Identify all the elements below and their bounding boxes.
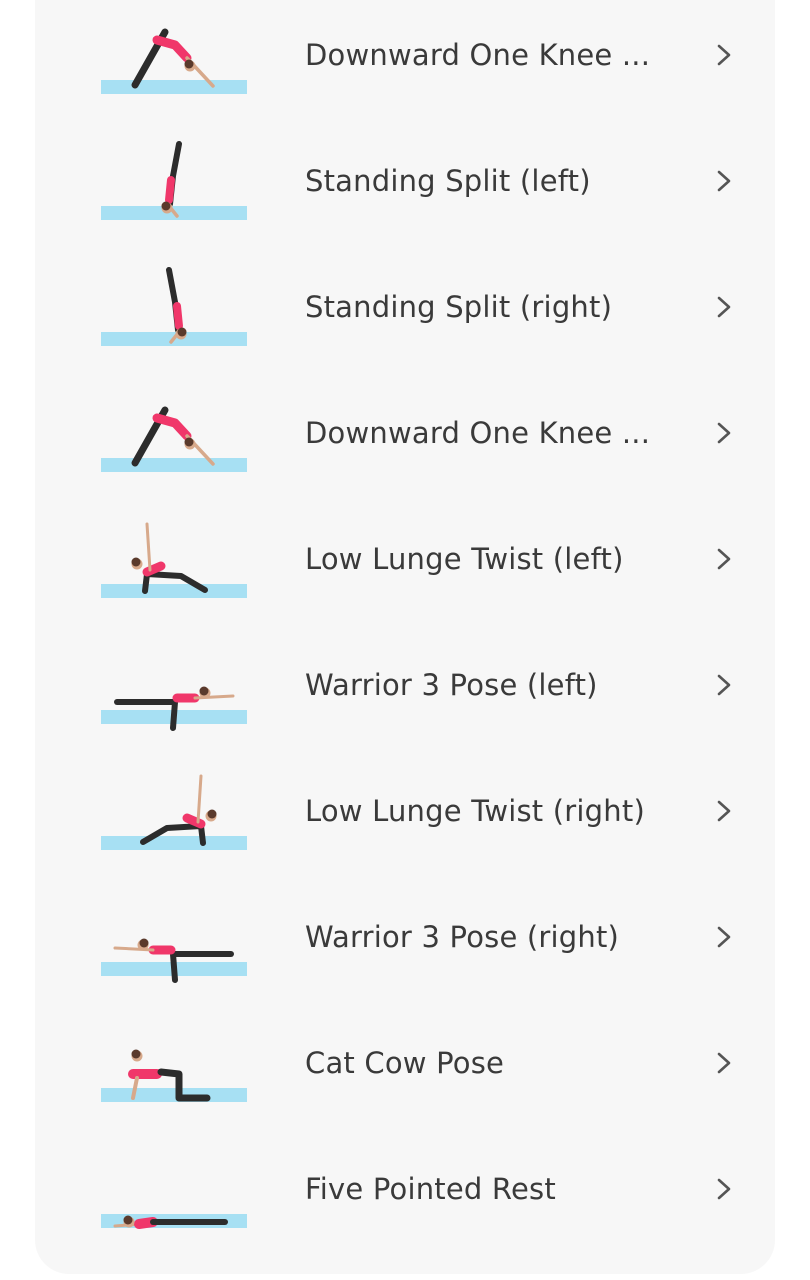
cat-cow-pose-icon bbox=[95, 1008, 255, 1133]
exercise-name: Low Lunge Twist (left) bbox=[305, 542, 624, 576]
chevron-right-icon bbox=[717, 1052, 731, 1074]
exercise-row[interactable]: Downward One Knee ... bbox=[35, 0, 775, 125]
exercise-name: Downward One Knee ... bbox=[305, 416, 651, 450]
exercise-row[interactable]: Five Pointed Rest bbox=[35, 1134, 775, 1259]
chevron-right-icon bbox=[717, 44, 731, 66]
exercise-row[interactable]: Cat Cow Pose bbox=[35, 1008, 775, 1133]
warrior-3-right-pose-icon bbox=[95, 882, 255, 1007]
chevron-right-icon bbox=[717, 800, 731, 822]
exercise-row[interactable]: Warrior 3 Pose (left) bbox=[35, 630, 775, 755]
chevron-right-icon bbox=[717, 1178, 731, 1200]
chevron-right-icon bbox=[717, 170, 731, 192]
exercise-row[interactable]: Low Lunge Twist (left) bbox=[35, 504, 775, 629]
chevron-right-icon bbox=[717, 674, 731, 696]
standing-split-left-pose-icon bbox=[95, 126, 255, 251]
exercise-row[interactable]: Low Lunge Twist (right) bbox=[35, 756, 775, 881]
exercise-name: Downward One Knee ... bbox=[305, 38, 651, 72]
exercise-name: Warrior 3 Pose (left) bbox=[305, 668, 598, 702]
exercise-row[interactable]: Standing Split (right) bbox=[35, 252, 775, 377]
exercise-row[interactable]: Warrior 3 Pose (right) bbox=[35, 882, 775, 1007]
chevron-right-icon bbox=[717, 422, 731, 444]
downward-one-knee-pose-icon bbox=[95, 0, 255, 125]
chevron-right-icon bbox=[717, 926, 731, 948]
exercise-name: Five Pointed Rest bbox=[305, 1172, 556, 1206]
downward-one-knee-pose-icon bbox=[95, 378, 255, 503]
low-lunge-twist-right-pose-icon bbox=[95, 756, 255, 881]
exercise-name: Standing Split (right) bbox=[305, 290, 613, 324]
exercise-row[interactable]: Standing Split (left) bbox=[35, 126, 775, 251]
chevron-right-icon bbox=[717, 548, 731, 570]
warrior-3-left-pose-icon bbox=[95, 630, 255, 755]
five-pointed-rest-pose-icon bbox=[95, 1134, 255, 1259]
exercise-name: Warrior 3 Pose (right) bbox=[305, 920, 620, 954]
exercise-name: Cat Cow Pose bbox=[305, 1046, 505, 1080]
exercise-name: Low Lunge Twist (right) bbox=[305, 794, 645, 828]
chevron-right-icon bbox=[717, 296, 731, 318]
low-lunge-twist-left-pose-icon bbox=[95, 504, 255, 629]
exercise-row[interactable]: Downward One Knee ... bbox=[35, 378, 775, 503]
standing-split-right-pose-icon bbox=[95, 252, 255, 377]
exercise-name: Standing Split (left) bbox=[305, 164, 591, 198]
